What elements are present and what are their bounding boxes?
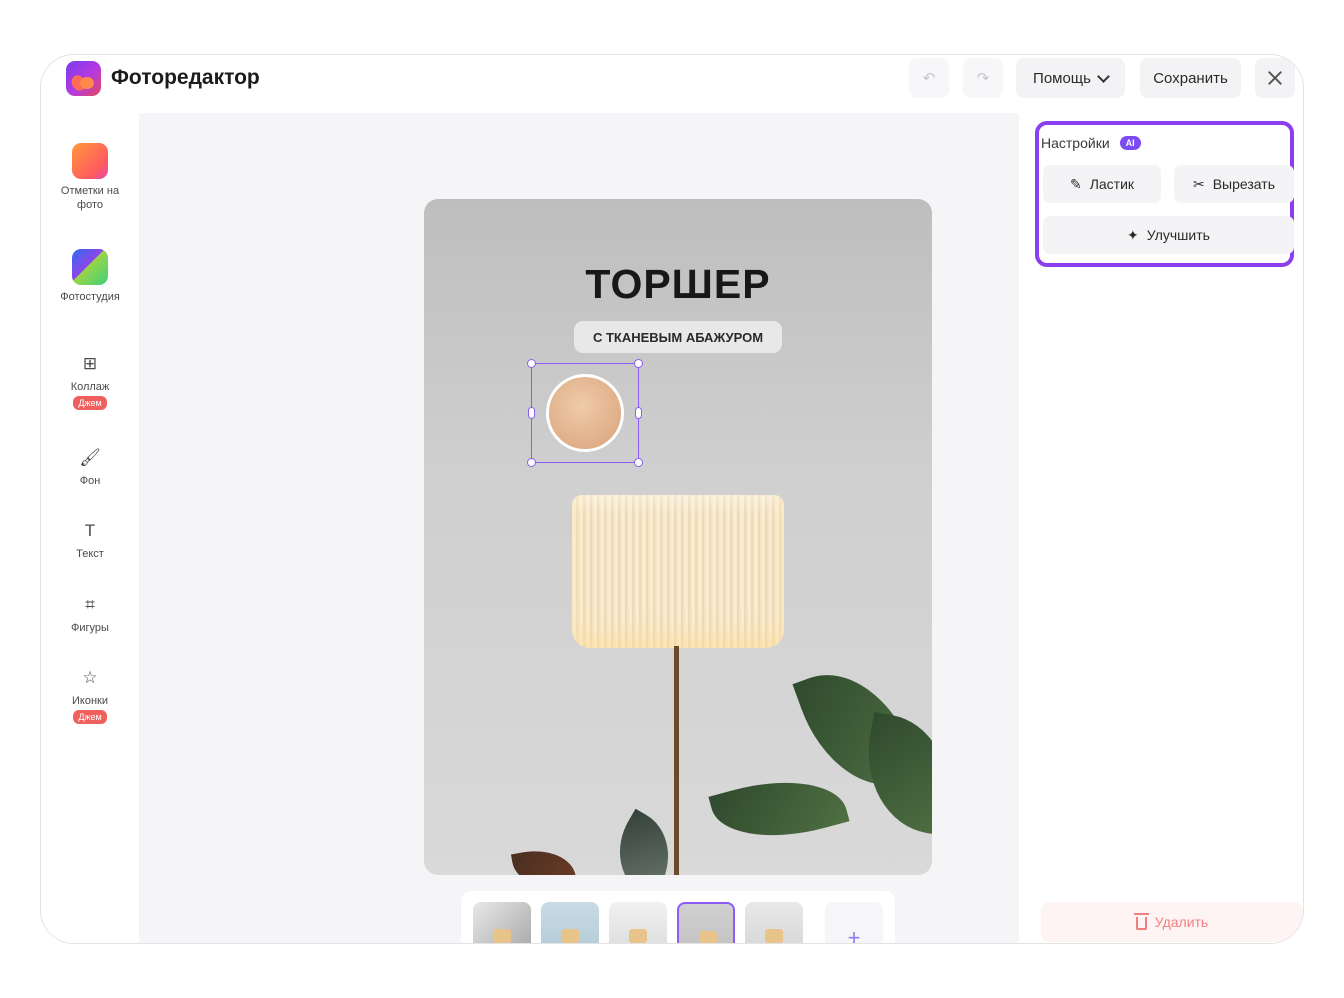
sidebar-item-label: Текст [76,548,104,560]
sidebar-item-label: Отметки на фото [60,185,120,211]
sidebar-item-photo-studio[interactable]: Фотостудия [41,249,139,304]
sidebar-item-label: Фотостудия [60,291,120,303]
canvas-area: ТОРШЕР С ТКАНЕВЫМ АБАЖУРОМ + [139,113,1019,943]
selection-box[interactable] [527,359,643,467]
cut-button[interactable]: ✂ Вырезать [1174,165,1294,203]
resize-handle[interactable] [635,407,642,419]
sidebar-item-label: Фигуры [71,622,109,634]
cut-button-label: Вырезать [1212,176,1275,192]
help-button-label: Помощь [1033,69,1091,87]
canvas-title-text[interactable]: ТОРШЕР [424,261,932,308]
resize-handle[interactable] [634,458,643,467]
photo-marks-icon [72,143,108,179]
close-button[interactable] [1255,58,1295,98]
eraser-button-label: Ластик [1089,176,1135,192]
settings-title: Настройки AI [1041,135,1141,151]
page-thumbnail[interactable] [745,902,803,943]
undo-icon: ↶ [922,70,936,87]
settings-group: Настройки AI ✎ Ластик ✂ Вырезать ✦ Улучш… [1035,121,1294,267]
save-button-label: Сохранить [1153,69,1228,87]
jam-badge: Джем [73,710,107,724]
enhance-button-label: Улучшить [1146,227,1210,243]
app-header: Фоторедактор ↶ ↷ Помощь Сохранить [41,55,1303,113]
sidebar-item-text[interactable]: T Текст [41,520,139,561]
plant-leaf-image [708,763,850,855]
text-icon: T [84,521,96,540]
lamp-pole-image [674,646,679,875]
help-button[interactable]: Помощь [1016,58,1125,98]
save-button[interactable]: Сохранить [1140,58,1241,98]
canvas-subtitle-text[interactable]: С ТКАНЕВЫМ АБАЖУРОМ [574,321,782,353]
sidebar-item-label: Иконки [72,695,108,707]
resize-handle[interactable] [528,407,535,419]
scissors-icon: ✂ [1192,175,1205,192]
eraser-icon: ✎ [1069,175,1082,192]
editor-window: Фоторедактор ↶ ↷ Помощь Сохранить Отметк… [40,54,1304,944]
shapes-icon: ⌗ [85,595,95,614]
design-canvas[interactable]: ТОРШЕР С ТКАНЕВЫМ АБАЖУРОМ [424,199,932,875]
page-thumbnail[interactable] [473,902,531,943]
sidebar-item-label: Фон [79,475,101,487]
sidebar-item-photo-marks[interactable]: Отметки на фото [41,143,139,212]
trash-icon [1133,913,1149,930]
chevron-down-icon [1097,69,1110,83]
fabric-sticker-image[interactable] [546,374,624,452]
delete-button-label: Удалить [1154,914,1209,930]
add-page-button[interactable]: + [825,902,883,943]
page-thumbnail[interactable] [609,902,667,943]
sidebar-item-shapes[interactable]: ⌗ Фигуры [41,594,139,635]
sidebar-item-label: Коллаж [70,381,110,393]
lamp-shade-image [572,495,784,648]
close-icon [1268,71,1282,85]
background-icon: 🖌 [79,448,101,467]
page-thumbnails: + [461,891,895,943]
ai-badge: AI [1119,136,1141,150]
redo-button[interactable]: ↷ [963,58,1003,98]
page-thumbnail-selected[interactable] [677,902,735,943]
settings-panel: Настройки AI ✎ Ластик ✂ Вырезать ✦ Улучш… [1019,113,1303,943]
eraser-button[interactable]: ✎ Ластик [1043,165,1161,203]
sidebar-item-background[interactable]: 🖌 Фон [41,447,139,488]
photo-studio-icon [72,249,108,285]
collage-icon: ⊞ [82,354,98,373]
redo-icon: ↷ [976,70,990,87]
undo-button[interactable]: ↶ [909,58,949,98]
enhance-button[interactable]: ✦ Улучшить [1043,216,1294,254]
sidebar-item-collage[interactable]: ⊞ Коллаж Джем [41,353,139,410]
resize-handle[interactable] [634,359,643,368]
plant-leaf-image [510,844,578,875]
resize-handle[interactable] [527,359,536,368]
settings-title-label: Настройки [1041,135,1110,151]
sparkle-icon: ✦ [1127,226,1139,243]
app-logo-icon [66,61,101,96]
app-title: Фоторедактор [111,66,260,89]
page-thumbnail[interactable] [541,902,599,943]
resize-handle[interactable] [527,458,536,467]
delete-button[interactable]: Удалить [1041,902,1303,942]
sidebar-item-icons[interactable]: ☆ Иконки Джем [41,667,139,724]
jam-badge: Джем [73,396,107,410]
tools-sidebar: Отметки на фото Фотостудия ⊞ Коллаж Джем… [41,113,139,943]
star-icon: ☆ [82,668,98,687]
